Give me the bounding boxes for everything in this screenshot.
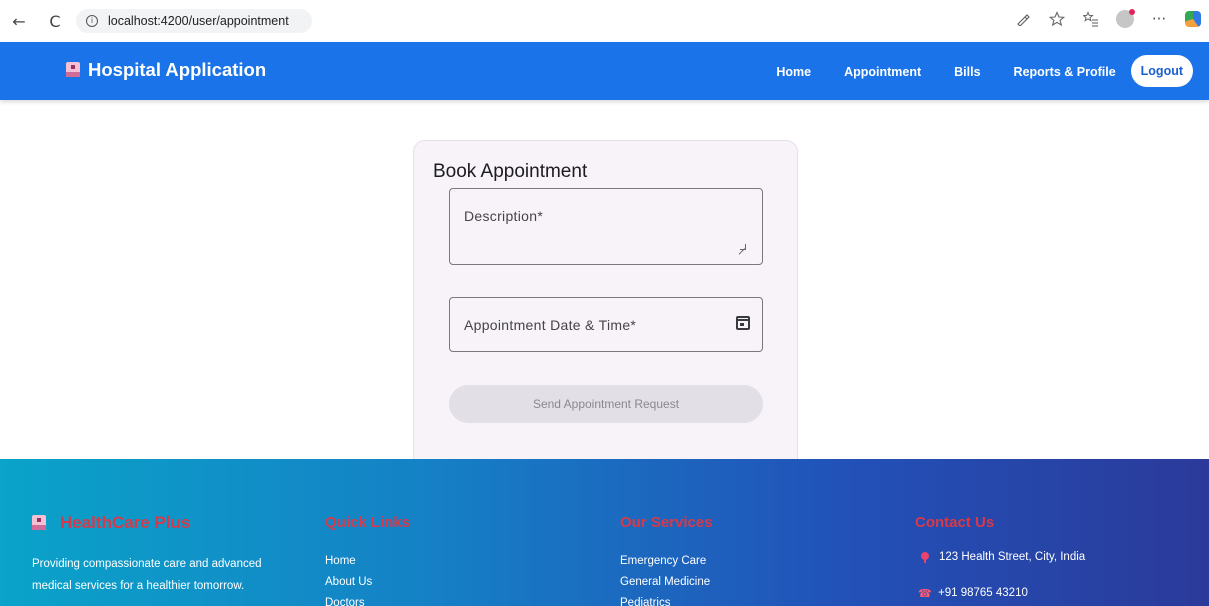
- footer-description: Providing compassionate care and advance…: [32, 558, 262, 592]
- hospital-icon: [66, 62, 80, 78]
- address-bar[interactable]: i localhost:4200/user/appointment: [76, 9, 312, 33]
- reload-icon[interactable]: C: [44, 10, 66, 32]
- app-header: Hospital Application Home Appointment Bi…: [0, 42, 1209, 100]
- main-nav: Home Appointment Bills Reports & Profile…: [765, 55, 1193, 87]
- contact-phone-text[interactable]: +91 98765 43210: [938, 587, 1028, 599]
- logout-button[interactable]: Logout: [1130, 55, 1193, 87]
- service-general-medicine[interactable]: General Medicine: [620, 572, 710, 593]
- avatar: [1116, 9, 1135, 28]
- favorites-list-icon[interactable]: [1081, 9, 1101, 29]
- footer: HealthCare Plus Providing compassionate …: [0, 459, 1209, 606]
- book-appointment-card: Book Appointment Description* Appointmen…: [413, 140, 798, 480]
- nav-reports-profile-link[interactable]: Reports & Profile: [1003, 57, 1127, 87]
- hospital-icon: [32, 515, 46, 531]
- datetime-label: Appointment Date & Time*: [464, 317, 637, 333]
- services-list: Emergency Care General Medicine Pediatri…: [620, 551, 710, 606]
- contact-address-text: 123 Health Street, City, India: [939, 551, 1086, 563]
- profile-icon[interactable]: [1115, 9, 1135, 29]
- quick-links-list: Home About Us Doctors: [325, 551, 372, 606]
- location-pin-icon: [921, 551, 929, 563]
- copilot-logo: [1185, 11, 1201, 27]
- description-label: Description*: [464, 208, 544, 224]
- notification-dot: [1129, 9, 1135, 15]
- calendar-icon[interactable]: [736, 316, 750, 330]
- description-textarea[interactable]: Description*: [449, 188, 763, 265]
- brand-title: Hospital Application: [88, 59, 267, 80]
- contact-phone: ☎ +91 98765 43210: [915, 587, 1028, 599]
- favorite-star-icon[interactable]: [1047, 9, 1067, 29]
- phone-icon: ☎: [918, 586, 932, 600]
- read-aloud-icon[interactable]: [1013, 9, 1033, 29]
- quick-link-doctors[interactable]: Doctors: [325, 593, 372, 606]
- back-arrow-icon[interactable]: ←: [8, 10, 30, 32]
- service-emergency-care[interactable]: Emergency Care: [620, 551, 710, 572]
- browser-toolbar: ← C i localhost:4200/user/appointment ··…: [0, 0, 1209, 42]
- send-appointment-request-button[interactable]: Send Appointment Request: [449, 385, 763, 423]
- footer-brand-title: HealthCare Plus: [60, 513, 191, 532]
- brand[interactable]: Hospital Application: [66, 59, 266, 81]
- quick-link-about-us[interactable]: About Us: [325, 572, 372, 593]
- service-pediatrics[interactable]: Pediatrics: [620, 593, 710, 606]
- contact-heading: Contact Us: [915, 514, 995, 531]
- services-heading: Our Services: [620, 514, 713, 531]
- quick-link-home[interactable]: Home: [325, 551, 372, 572]
- url-text: localhost:4200/user/appointment: [108, 14, 289, 28]
- contact-address: 123 Health Street, City, India: [915, 551, 1085, 563]
- site-info-icon[interactable]: i: [86, 15, 98, 27]
- card-title: Book Appointment: [433, 161, 588, 182]
- copilot-icon[interactable]: [1183, 9, 1203, 29]
- quick-links-heading: Quick Links: [325, 514, 411, 531]
- more-icon[interactable]: ···: [1149, 9, 1169, 29]
- footer-brand: HealthCare Plus: [32, 513, 190, 533]
- resize-handle-icon[interactable]: [740, 244, 746, 250]
- appointment-datetime-input[interactable]: Appointment Date & Time*: [449, 297, 763, 352]
- nav-appointment-link[interactable]: Appointment: [833, 57, 932, 87]
- nav-home-link[interactable]: Home: [765, 57, 822, 87]
- nav-bills-link[interactable]: Bills: [943, 57, 991, 87]
- browser-actions: ···: [1013, 9, 1203, 29]
